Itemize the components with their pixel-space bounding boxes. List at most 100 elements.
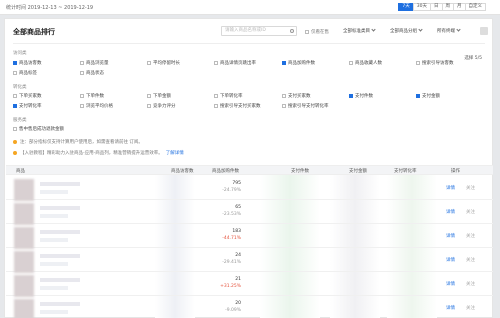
checkbox-box[interactable] xyxy=(214,94,218,98)
product-id-blurred xyxy=(40,214,68,218)
metric-checkbox[interactable]: 商品收藏人数 xyxy=(349,60,382,66)
metric-checkbox-label: 商品标签 xyxy=(19,71,37,76)
metric-checkbox[interactable]: 商品详情页跳出率 xyxy=(214,60,256,66)
checkbox-box[interactable] xyxy=(13,127,17,131)
checkbox-box[interactable] xyxy=(13,71,17,75)
category-dropdown[interactable]: 全部标准类目 xyxy=(343,27,376,36)
checkbox-box[interactable] xyxy=(416,94,420,98)
metric-checkbox[interactable]: 浏览平均价格 xyxy=(80,103,113,109)
checkbox-box[interactable] xyxy=(13,94,17,98)
metric-checkbox[interactable]: 下单转化率 xyxy=(214,93,243,99)
table-row: 21 +31.25% 详情 关注 xyxy=(6,272,493,297)
table-row: 20 -9.09% 详情 关注 xyxy=(6,296,493,318)
metric-checkbox[interactable]: 支付买家数 xyxy=(282,93,311,99)
col-pay-count[interactable]: 支付件数 xyxy=(291,168,309,174)
metric-checkbox-label: 售中售后成功退款金额 xyxy=(19,127,64,132)
metric-checkbox[interactable]: 支付转化率 xyxy=(13,103,42,109)
follow-link[interactable]: 关注 xyxy=(466,281,475,287)
follow-link[interactable]: 关注 xyxy=(466,257,475,263)
detail-link[interactable]: 详情 xyxy=(446,185,455,191)
notice-text: 注：部分指标仅支持计算用户使用后，如需查看请前往 订阅。 xyxy=(20,140,143,145)
detail-link[interactable]: 详情 xyxy=(446,233,455,239)
metric-checkbox[interactable]: 支付件数 xyxy=(349,93,373,99)
detail-link[interactable]: 详情 xyxy=(446,281,455,287)
checkbox-box[interactable] xyxy=(147,104,151,108)
cart-count: 20 xyxy=(235,301,241,306)
metric-checkbox[interactable]: 竞争力评分 xyxy=(147,103,176,109)
checkbox-box[interactable] xyxy=(416,61,420,65)
checkbox-box[interactable] xyxy=(282,104,286,108)
metric-checkbox[interactable]: 商品访客数 xyxy=(13,60,42,66)
download-icon[interactable] xyxy=(480,27,488,35)
group-dropdown[interactable]: 全部商品分组 xyxy=(390,27,423,36)
col-pay-rate[interactable]: 支付转化率 xyxy=(394,168,417,174)
period-selector: 7天 30天日周月自定义 xyxy=(398,3,486,11)
follow-link[interactable]: 关注 xyxy=(466,233,475,239)
follow-link[interactable]: 关注 xyxy=(466,305,475,311)
product-thumbnail[interactable] xyxy=(14,179,34,201)
product-thumbnail[interactable] xyxy=(14,203,34,225)
period-button[interactable]: 7天 xyxy=(398,3,414,11)
checkbox-box[interactable] xyxy=(147,61,151,65)
metric-checkbox[interactable]: 搜索引导支付买家数 xyxy=(214,103,261,109)
detail-link[interactable]: 详情 xyxy=(446,257,455,263)
follow-link[interactable]: 关注 xyxy=(466,209,475,215)
checkbox-box[interactable] xyxy=(349,61,353,65)
detail-link[interactable]: 详情 xyxy=(446,305,455,311)
checkbox-box[interactable] xyxy=(13,104,17,108)
notice-tip: 注：部分指标仅支持计算用户使用后，如需查看请前往 订阅。 xyxy=(13,139,143,145)
info-icon xyxy=(13,151,17,155)
checkbox-box[interactable] xyxy=(282,61,286,65)
metric-checkbox[interactable]: 平均停留时长 xyxy=(147,60,180,66)
checkbox-box[interactable] xyxy=(282,94,286,98)
checkbox-box[interactable] xyxy=(305,30,309,34)
checkbox-box[interactable] xyxy=(214,61,218,65)
metric-checkbox[interactable]: 下单金额 xyxy=(147,93,171,99)
cart-change: +31.25% xyxy=(220,284,241,289)
metric-checkbox[interactable]: 搜索引导访客数 xyxy=(416,60,454,66)
divider xyxy=(13,43,485,44)
detail-link[interactable]: 详情 xyxy=(446,209,455,215)
metric-checkbox[interactable]: 下单件数 xyxy=(80,93,104,99)
period-button[interactable]: 自定义 xyxy=(464,3,486,11)
metric-checkbox-label: 商品访客数 xyxy=(19,61,42,66)
product-thumbnail[interactable] xyxy=(14,275,34,297)
metric-checkbox[interactable]: 商品加购件数 xyxy=(282,60,315,66)
col-cart[interactable]: 商品加购件数 xyxy=(212,168,239,174)
metric-checkbox-label: 浏览平均价格 xyxy=(86,104,113,109)
search-icon[interactable] xyxy=(290,29,294,33)
metric-checkbox[interactable]: 售中售后成功退款金额 xyxy=(13,126,64,132)
metric-checkbox[interactable]: 商品标签 xyxy=(13,70,37,76)
cart-count: 795 xyxy=(232,181,241,186)
chevron-down-icon xyxy=(418,27,423,32)
metric-checkbox[interactable]: 下单买家数 xyxy=(13,93,42,99)
product-thumbnail[interactable] xyxy=(14,227,34,249)
follow-link[interactable]: 关注 xyxy=(466,185,475,191)
col-visitors[interactable]: 商品访客数 xyxy=(171,168,194,174)
checkbox-box[interactable] xyxy=(13,61,17,65)
metric-checkbox[interactable]: 商品浏览量 xyxy=(80,60,109,66)
metric-checkbox-label: 商品状态 xyxy=(86,71,104,76)
checkbox-box[interactable] xyxy=(214,104,218,108)
checkbox-box[interactable] xyxy=(80,94,84,98)
terminal-dropdown[interactable]: 所有终端 xyxy=(437,27,461,36)
checkbox-box[interactable] xyxy=(147,94,151,98)
search-placeholder: 请输入商品名称或ID xyxy=(225,28,266,33)
product-name-blurred xyxy=(40,278,80,282)
product-thumbnail[interactable] xyxy=(14,251,34,273)
metric-checkbox[interactable]: 支付金额 xyxy=(416,93,440,99)
checkbox-box[interactable] xyxy=(349,94,353,98)
checkbox-box[interactable] xyxy=(80,71,84,75)
search-input[interactable]: 请输入商品名称或ID xyxy=(221,26,297,36)
product-thumbnail[interactable] xyxy=(14,299,34,318)
metric-checkbox[interactable]: 商品状态 xyxy=(80,70,104,76)
only-on-sale-checkbox[interactable]: 仅看在售 xyxy=(305,29,329,35)
col-actions: 操作 xyxy=(451,169,460,174)
tutorial-text: 【入驻教程】精彩助力入驻商品-应用-商品列，精准营销提升运营效率。 xyxy=(20,151,163,156)
checkbox-box[interactable] xyxy=(80,61,84,65)
checkbox-box[interactable] xyxy=(80,104,84,108)
period-button[interactable]: 30天 xyxy=(412,3,431,11)
learn-more-link[interactable]: 了解详情 xyxy=(166,150,184,156)
metric-checkbox[interactable]: 搜索引导支付转化率 xyxy=(282,103,329,109)
col-pay-amount[interactable]: 支付金额 xyxy=(349,168,367,174)
